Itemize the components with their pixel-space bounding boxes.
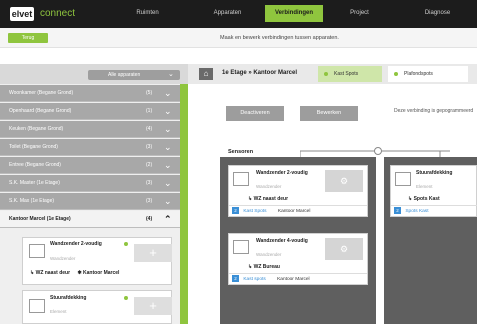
tab-project[interactable]: Project xyxy=(332,5,387,22)
breadcrumb: 1e Etage » Kantoor Marcel xyxy=(222,70,298,76)
device-subtitle: Element xyxy=(50,309,67,314)
tab-plafondspots[interactable]: Plafondspots xyxy=(388,66,468,82)
add-device-button[interactable]: + xyxy=(134,244,172,262)
connection-note: Deze verbinding is gepogrammeerd xyxy=(394,108,474,114)
room-count: (4) xyxy=(146,216,153,222)
switch-icon xyxy=(233,240,249,254)
link-row: ↳ Spots Kast xyxy=(408,196,440,202)
sidebar-accent-bar xyxy=(180,84,188,324)
chevron-down-icon: ⌄ xyxy=(164,178,172,188)
chevron-up-icon: ⌃ xyxy=(164,214,172,224)
chevron-down-icon: ⌄ xyxy=(164,88,172,98)
sidebar-item-kantoor-marcel[interactable]: Kantoor Marcel (1e Etage) (4) ⌃ xyxy=(0,211,188,228)
device-title: Stuurafdekking xyxy=(50,295,87,301)
switch-icon xyxy=(29,299,45,313)
status-dot xyxy=(394,72,398,76)
room-name: Entree (Begane Grond) xyxy=(9,162,61,168)
tab-kast-spots[interactable]: Kast Spots xyxy=(318,66,382,82)
device-subtitle: Wandzender xyxy=(50,256,76,261)
chevron-down-icon: ⌄ xyxy=(164,124,172,134)
page-subtitle: Maak en bewerk verbindingen tussen appar… xyxy=(220,35,339,41)
chevron-down-icon: ⌄ xyxy=(164,106,172,116)
footer-right: Kantoor Marcel xyxy=(277,209,311,214)
tab-verbindingen[interactable]: Verbindingen xyxy=(265,5,323,22)
link-row: ↳ WZ Bureau xyxy=(248,264,280,270)
room-name: S.K. Max (1e Etage) xyxy=(9,198,55,204)
sidebar-item-keuken[interactable]: Keuken (Begane Grond) (4) ⌄ xyxy=(0,121,188,138)
filter-label: Alle apparaten xyxy=(108,72,141,78)
sidebar-item-entree[interactable]: Entree (Begane Grond) (2) ⌄ xyxy=(0,157,188,174)
connector-lines xyxy=(300,147,450,158)
room-name: Keuken (Begane Grond) xyxy=(9,126,64,132)
room-count: (4) xyxy=(146,126,153,132)
footer-left: Kast Spots xyxy=(243,209,267,214)
tab-diagnose[interactable]: Diagnose xyxy=(410,5,465,22)
room-name: Openhaard (Begane Grond) xyxy=(9,108,72,114)
sensors-label: Sensoren xyxy=(228,149,254,155)
logo: elvet xyxy=(10,7,34,21)
status-dot xyxy=(324,72,328,76)
room-count: (2) xyxy=(146,162,153,168)
tab-label: Plafondspots xyxy=(404,71,433,77)
gear-icon[interactable]: ⚙ xyxy=(325,170,363,192)
device-subtitle: Wandzender xyxy=(256,184,282,189)
device-subtitle: Wandzender xyxy=(256,252,282,257)
tab-apparaten[interactable]: Apparaten xyxy=(200,5,255,22)
link-left: WZ naast deur xyxy=(35,270,71,276)
card-footer: 2 Kast Spots Kantoor Marcel xyxy=(229,205,367,216)
add-device-button[interactable]: + xyxy=(134,297,172,315)
device-title: Wandzender 4-voudig xyxy=(256,238,308,244)
footer-left: Kast spots xyxy=(243,277,266,282)
device-title: Wandzender 2-voudig xyxy=(50,241,102,247)
device-subtitle: Element xyxy=(416,184,433,189)
room-count: (5) xyxy=(146,90,153,96)
room-name: Woonkamer (Begane Grond) xyxy=(9,90,74,96)
footer-left: Spots Kast xyxy=(405,209,429,214)
room-name: S.K. Master (1e Etage) xyxy=(9,180,60,186)
device-title: Stuurafdekking xyxy=(416,170,453,176)
sidebar-item-sk-master[interactable]: S.K. Master (1e Etage) (3) ⌄ xyxy=(0,175,188,192)
chevron-down-icon: ⌄ xyxy=(164,160,172,170)
device-title: Wandzender 2-voudig xyxy=(256,170,308,176)
link-name: WZ naast deur xyxy=(253,196,289,202)
sidebar-item-sk-max[interactable]: S.K. Max (1e Etage) (3) ⌄ xyxy=(0,193,188,210)
status-dot xyxy=(124,242,128,246)
edit-button[interactable]: Bewerken xyxy=(300,106,358,121)
switch-icon xyxy=(233,172,249,186)
status-dot xyxy=(124,296,128,300)
gear-icon[interactable]: ⚙ xyxy=(325,238,363,260)
switch-icon xyxy=(29,244,45,258)
sidebar-item-openhaard[interactable]: Openhaard (Begane Grond) (1) ⌄ xyxy=(0,103,188,120)
card-footer: 2 Kast spots Kantoor Marcel xyxy=(229,273,367,284)
channel-badge: 2 xyxy=(394,207,401,215)
chevron-down-icon: ⌄ xyxy=(164,142,172,152)
switch-icon xyxy=(395,172,411,186)
room-name: Kantoor Marcel (1e Etage) xyxy=(9,216,71,222)
channel-badge: 2 xyxy=(232,207,239,215)
chevron-down-icon: ⌄ xyxy=(168,71,174,78)
link-row: ↳ WZ naast deur xyxy=(248,196,288,202)
tab-label: Kast Spots xyxy=(334,71,359,77)
room-name: Toilet (Begane Grond) xyxy=(9,144,58,150)
room-count: (1) xyxy=(146,108,153,114)
chevron-down-icon: ⌄ xyxy=(164,196,172,206)
deactivate-button[interactable]: Deactiveren xyxy=(226,106,284,121)
tab-ruimten[interactable]: Ruimten xyxy=(120,5,175,22)
card-footer: 2 Spots Kast xyxy=(391,205,477,216)
room-count: (3) xyxy=(146,144,153,150)
link-name: Spots Kast xyxy=(413,196,440,202)
channel-badge: 2 xyxy=(232,275,239,283)
device-filter-select[interactable]: Alle apparaten ⌄ xyxy=(88,70,180,80)
sidebar-item-toilet[interactable]: Toilet (Begane Grond) (3) ⌄ xyxy=(0,139,188,156)
back-button[interactable]: Terug xyxy=(8,33,48,43)
footer-right: Kantoor Marcel xyxy=(277,277,310,282)
room-count: (3) xyxy=(146,180,153,186)
device-link-row: ↳ WZ naast deur ✱ Kantoor Marcel xyxy=(30,270,119,276)
home-icon[interactable]: ⌂ xyxy=(199,68,213,80)
room-count: (3) xyxy=(146,198,153,204)
link-right: Kantoor Marcel xyxy=(83,270,120,276)
link-name: WZ Bureau xyxy=(253,264,280,270)
sidebar-item-woonkamer[interactable]: Woonkamer (Begane Grond) (5) ⌄ xyxy=(0,85,188,102)
logo-text: connect xyxy=(40,8,76,19)
